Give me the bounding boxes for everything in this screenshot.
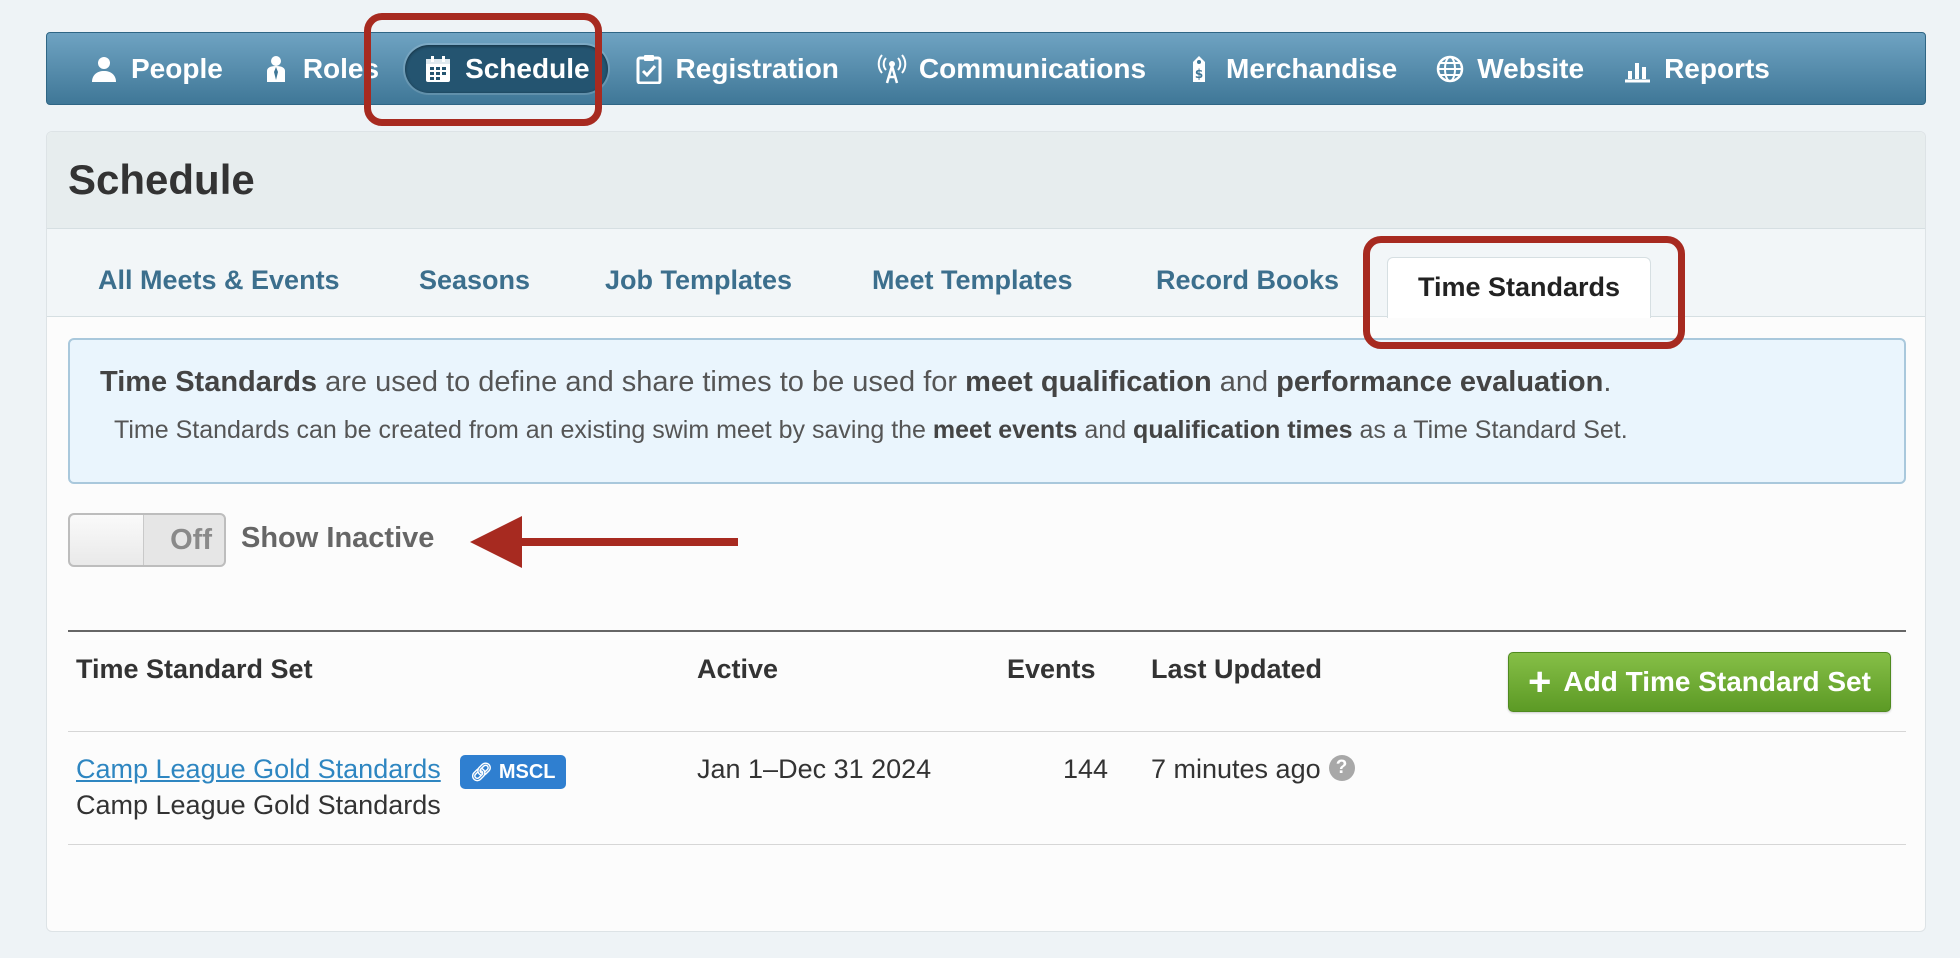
badge-label: MSCL xyxy=(498,760,556,783)
annotation-arrow-icon xyxy=(470,516,738,568)
panel-header: Schedule xyxy=(47,132,1925,229)
time-standard-set-link[interactable]: Camp League Gold Standards xyxy=(76,754,441,785)
page-title: Schedule xyxy=(68,156,255,203)
nav-merchandise[interactable]: $ Merchandise xyxy=(1172,45,1409,93)
col-events: Events xyxy=(1007,654,1096,684)
tab-bar: All Meets & Events Seasons Job Templates… xyxy=(47,229,1925,318)
last-updated-value: 7 minutes ago xyxy=(1151,754,1321,784)
toggle-state: Off xyxy=(170,524,212,556)
nav-website-label: Website xyxy=(1477,52,1585,84)
price-tag-icon: $ xyxy=(1184,54,1214,84)
info-line-2: Time Standards can be created from an ex… xyxy=(100,414,1904,446)
link-icon: 🔗︎ xyxy=(470,761,493,782)
col-active: Active xyxy=(697,654,779,684)
table-row: Camp League Gold Standards 🔗︎ MSCL Camp … xyxy=(68,732,1906,845)
tab-job-templates[interactable]: Job Templates xyxy=(605,265,792,296)
svg-text:$: $ xyxy=(1195,67,1203,81)
table-header: Time Standard Set Active Events Last Upd… xyxy=(68,630,1906,732)
nav-roles[interactable]: Roles xyxy=(249,45,391,93)
info-term: meet qualification xyxy=(965,366,1212,398)
info-text: and xyxy=(1077,416,1134,444)
nav-registration[interactable]: Registration xyxy=(622,45,851,93)
show-inactive-label: Show Inactive xyxy=(241,522,435,554)
role-icon xyxy=(261,54,291,84)
nav-merchandise-label: Merchandise xyxy=(1226,52,1398,84)
antenna-icon xyxy=(877,53,907,84)
person-icon xyxy=(89,54,119,84)
info-text: as a Time Standard Set. xyxy=(1352,416,1628,444)
nav-communications-label: Communications xyxy=(918,52,1147,84)
info-line-1: Time Standards are used to define and sh… xyxy=(100,364,1904,400)
nav-communications[interactable]: Communications xyxy=(865,45,1158,93)
events-count: 144 xyxy=(1063,754,1109,784)
calendar-icon xyxy=(423,54,453,84)
clipboard-check-icon xyxy=(634,54,664,84)
bar-chart-icon xyxy=(1622,54,1652,84)
info-term: meet events xyxy=(932,416,1078,444)
add-time-standard-set-button[interactable]: + Add Time Standard Set xyxy=(1508,652,1891,712)
tab-time-standards[interactable]: Time Standards xyxy=(1387,257,1652,318)
info-text: Time Standards can be created from an ex… xyxy=(114,416,933,444)
nav-roles-label: Roles xyxy=(302,52,380,84)
help-icon[interactable]: ? xyxy=(1328,754,1355,781)
nav-people[interactable]: People xyxy=(77,45,235,93)
set-description: Camp League Gold Standards xyxy=(76,790,441,820)
tab-meet-templates[interactable]: Meet Templates xyxy=(872,265,1073,296)
toggle-knob xyxy=(70,515,144,565)
last-updated-cell: 7 minutes ago? xyxy=(1151,754,1355,785)
nav-schedule[interactable]: Schedule xyxy=(405,44,608,93)
tab-seasons[interactable]: Seasons xyxy=(419,265,530,296)
info-text: are used to define and share times to be… xyxy=(317,366,966,398)
col-time-standard-set: Time Standard Set xyxy=(76,654,313,684)
tab-all-meets-events[interactable]: All Meets & Events xyxy=(98,265,340,296)
globe-icon xyxy=(1435,54,1465,84)
info-term: qualification times xyxy=(1133,416,1353,444)
info-text: . xyxy=(1603,366,1612,398)
main-nav: People Roles Schedule Registration Commu… xyxy=(46,32,1926,105)
nav-people-label: People xyxy=(131,52,223,84)
info-term: Time Standards xyxy=(100,366,318,398)
info-text: and xyxy=(1211,366,1277,398)
nav-website[interactable]: Website xyxy=(1423,45,1596,93)
info-term: performance evaluation xyxy=(1276,366,1604,398)
nav-reports[interactable]: Reports xyxy=(1610,45,1782,93)
show-inactive-toggle[interactable]: Off xyxy=(68,513,226,567)
schedule-panel: Schedule All Meets & Events Seasons Job … xyxy=(46,131,1926,932)
nav-registration-label: Registration xyxy=(675,52,839,84)
mscl-badge[interactable]: 🔗︎ MSCL xyxy=(460,755,566,789)
nav-reports-label: Reports xyxy=(1664,52,1770,84)
tab-record-books[interactable]: Record Books xyxy=(1156,265,1339,296)
info-callout: Time Standards are used to define and sh… xyxy=(68,338,1906,484)
col-last-updated: Last Updated xyxy=(1151,654,1323,684)
active-range: Jan 1–Dec 31 2024 xyxy=(697,754,932,784)
nav-schedule-label: Schedule xyxy=(465,52,590,84)
plus-icon: + xyxy=(1528,660,1552,704)
add-button-label: Add Time Standard Set xyxy=(1563,666,1871,697)
